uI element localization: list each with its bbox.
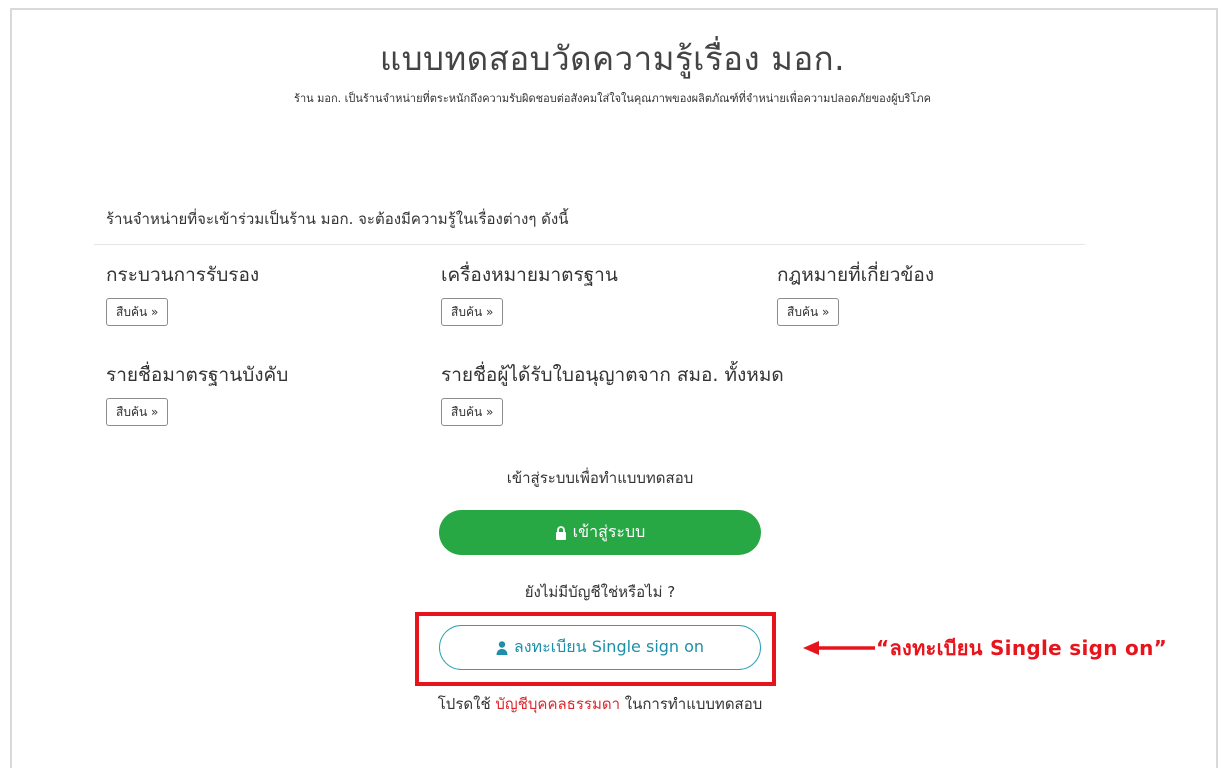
category-related-laws: กฎหมายที่เกี่ยวข้อง สืบค้น »: [777, 262, 934, 326]
search-button[interactable]: สืบค้น »: [441, 398, 504, 426]
search-button[interactable]: สืบค้น »: [106, 298, 169, 326]
category-certification-process: กระบวนการรับรอง สืบค้น »: [106, 262, 259, 326]
category-standard-marks: เครื่องหมายมาตรฐาน สืบค้น »: [441, 262, 618, 326]
note-prefix: โปรดใช้: [437, 695, 496, 713]
note-suffix: ในการทำแบบทดสอบ: [620, 695, 763, 713]
no-account-text: ยังไม่มีบัญชีใช่หรือไม่ ?: [524, 583, 676, 601]
search-button[interactable]: สืบค้น »: [106, 398, 169, 426]
login-button[interactable]: เข้าสู่ระบบ: [439, 510, 761, 555]
page-title: แบบทดสอบวัดความรู้เรื่อง มอก.: [379, 39, 846, 78]
search-button[interactable]: สืบค้น »: [777, 298, 840, 326]
login-caption: เข้าสู่ระบบเพื่อทำแบบทดสอบ: [506, 469, 694, 487]
category-title: กระบวนการรับรอง: [106, 264, 260, 286]
lock-icon: [555, 525, 567, 540]
user-icon: [496, 640, 508, 655]
register-sso-button[interactable]: ลงทะเบียน Single sign on: [439, 625, 761, 670]
category-title: รายชื่อผู้ได้รับใบอนุญาตจาก สมอ. ทั้งหมด: [441, 364, 784, 386]
divider: [94, 244, 1085, 245]
register-button-label: ลงทะเบียน Single sign on: [513, 637, 705, 656]
category-mandatory-standards: รายชื่อมาตรฐานบังคับ สืบค้น »: [106, 362, 288, 426]
category-title: เครื่องหมายมาตรฐาน: [441, 264, 618, 286]
intro-text: ร้านจำหน่ายที่จะเข้าร่วมเป็นร้าน มอก. จะ…: [106, 210, 569, 228]
category-title: รายชื่อมาตรฐานบังคับ: [106, 364, 289, 386]
category-licensees: รายชื่อผู้ได้รับใบอนุญาตจาก สมอ. ทั้งหมด…: [441, 362, 784, 426]
annotation-label: “ลงทะเบียน Single sign on”: [876, 636, 1168, 660]
account-note: โปรดใช้ บัญชีบุคคลธรรมดา ในการทำแบบทดสอบ: [420, 691, 780, 717]
page-subtitle: ร้าน มอก. เป็นร้านจำหน่ายที่ตระหนักถึงคว…: [294, 92, 931, 105]
arrow-left-icon: [803, 638, 875, 658]
category-title: กฎหมายที่เกี่ยวข้อง: [777, 264, 935, 286]
note-highlight: บัญชีบุคคลธรรมดา: [495, 695, 620, 713]
search-button[interactable]: สืบค้น »: [441, 298, 504, 326]
login-button-label: เข้าสู่ระบบ: [572, 522, 646, 541]
